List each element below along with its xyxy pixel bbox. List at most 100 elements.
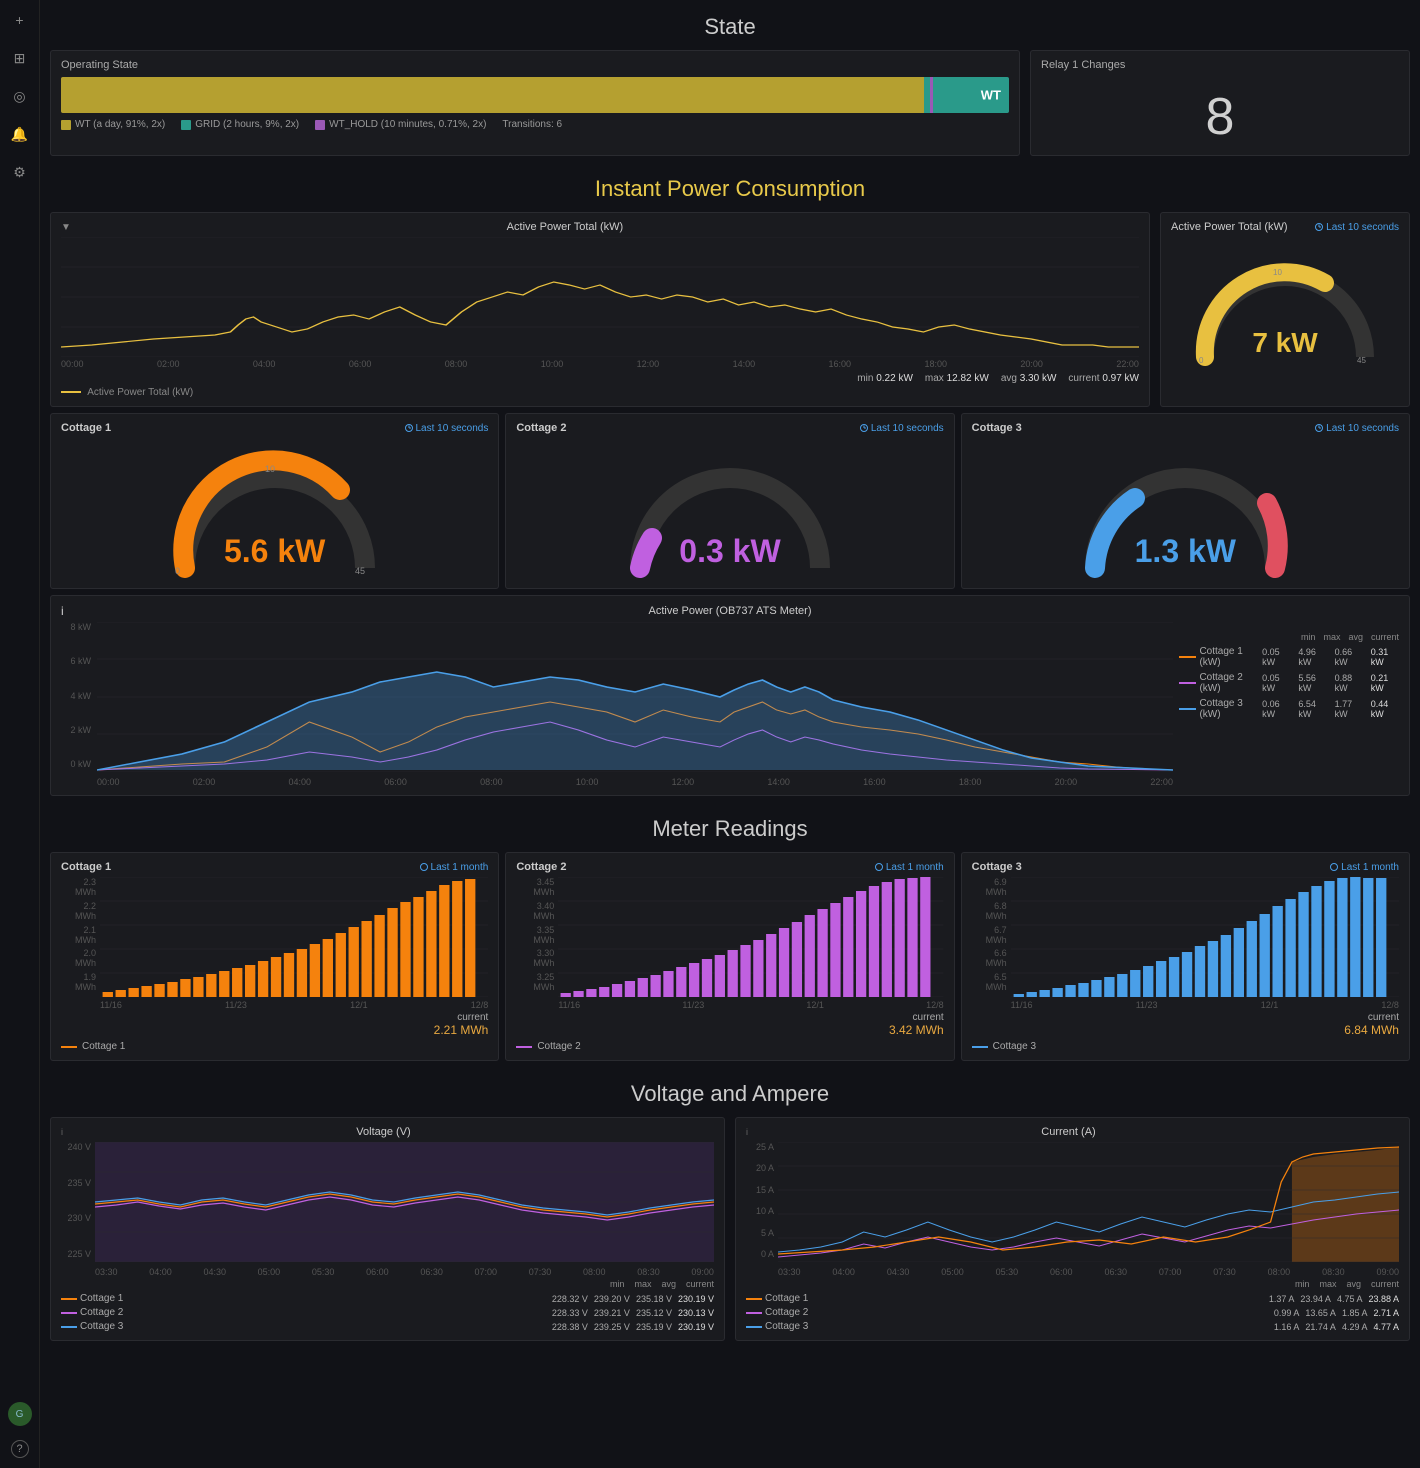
voltage-title: Voltage (V) <box>356 1126 410 1138</box>
current-panel: i Current (A) 25 A 20 A 15 A 10 A 5 A 0 … <box>735 1117 1410 1341</box>
os-legend-grid: GRID (2 hours, 9%, 2x) <box>181 119 299 130</box>
cottage2-title: Cottage 2 <box>516 422 566 434</box>
cottage1-title: Cottage 1 <box>61 422 111 434</box>
legend-cottage3: Cottage 3 (kW) 0.06 kW6.54 kW1.77 kW0.44… <box>1179 698 1399 720</box>
meter-cottage3: Cottage 3 Last 1 month 6.9 MWh 6.8 MWh 6… <box>961 852 1410 1061</box>
meter-c2-title: Cottage 2 <box>516 861 566 873</box>
max-val: 12.82 kW <box>947 373 989 384</box>
meter-c2-svg <box>558 877 943 997</box>
legend-cottage2: Cottage 2 (kW) 0.05 kW5.56 kW0.88 kW0.21… <box>1179 672 1399 694</box>
grid-icon[interactable]: ⊞ <box>10 48 30 68</box>
current-svg <box>778 1142 1399 1262</box>
meter-c3-legend: Cottage 3 <box>972 1041 1399 1052</box>
main-power-svg <box>61 237 1139 357</box>
relay-panel: Relay 1 Changes 8 <box>1030 50 1410 156</box>
meter-c1-title: Cottage 1 <box>61 861 111 873</box>
gauge-main-title: Active Power Total (kW) <box>1171 221 1288 233</box>
cottage3-title: Cottage 3 <box>972 422 1022 434</box>
os-wt-label: WT <box>981 88 1001 103</box>
cottage1-gauge-panel: Cottage 1 Last 10 seconds 0 10 45 5.6 kW <box>50 413 499 589</box>
cottage2-last: Last 10 seconds <box>860 423 944 434</box>
cottage1-gauge: 0 10 45 5.6 kW <box>61 438 488 580</box>
clock-icon <box>1315 223 1323 231</box>
active-power-chart: i Active Power (OB737 ATS Meter) 8 kW 6 … <box>50 595 1410 796</box>
active-power-chart-title: Active Power (OB737 ATS Meter) <box>648 605 811 617</box>
bell-icon[interactable]: 🔔 <box>10 124 30 144</box>
active-power-legend: minmaxavgcurrent Cottage 1 (kW) 0.05 kW4… <box>1179 622 1399 787</box>
va-row: i Voltage (V) 240 V 235 V 230 V 225 V <box>50 1117 1410 1341</box>
avg-val: 3.30 kW <box>1020 373 1057 384</box>
active-power-line-svg <box>97 622 1173 772</box>
instant-power-title: Instant Power Consumption <box>50 162 1410 212</box>
operating-state-label: Operating State <box>61 59 1009 71</box>
cottage2-value: 0.3 kW <box>679 533 780 570</box>
os-legend-wt-hold: WT_HOLD (10 minutes, 0.71%, 2x) <box>315 119 486 130</box>
svg-text:0: 0 <box>1199 356 1204 365</box>
meter-c1-svg <box>100 877 488 997</box>
gear-icon[interactable]: ⚙ <box>10 162 30 182</box>
meter-cottage1: Cottage 1 Last 1 month 2.3 MWh 2.2 MWh 2… <box>50 852 499 1061</box>
meter-cottage2: Cottage 2 Last 1 month 3.45 MWh 3.40 MWh… <box>505 852 954 1061</box>
voltage-legend: Cottage 1 228.32 V239.20 V235.18 V230.19… <box>61 1293 714 1332</box>
cottage3-gauge: 1.3 kW <box>972 438 1399 580</box>
main-chart-legend: Active Power Total (kW) <box>61 387 1139 398</box>
meter-c2-current: current 3.42 MWh <box>516 1012 943 1037</box>
cottage1-value: 5.6 kW <box>224 533 325 570</box>
meter-readings-title: Meter Readings <box>50 802 1410 852</box>
state-title: State <box>50 0 1410 50</box>
gauge-main-last: Last 10 seconds <box>1315 222 1399 233</box>
meter-c3-title: Cottage 3 <box>972 861 1022 873</box>
plus-icon[interactable]: + <box>10 10 30 30</box>
sidebar: + ⊞ ◎ 🔔 ⚙ G ? <box>0 0 40 1468</box>
current-title: Current (A) <box>1041 1126 1095 1138</box>
meter-c3-last: Last 1 month <box>1330 862 1399 873</box>
globe-icon[interactable]: ◎ <box>10 86 30 106</box>
active-power-row: i Active Power (OB737 ATS Meter) 8 kW 6 … <box>50 595 1410 796</box>
relay-label: Relay 1 Changes <box>1041 59 1125 71</box>
meter-c1-legend: Cottage 1 <box>61 1041 488 1052</box>
cottage3-value: 1.3 kW <box>1135 533 1236 570</box>
question-icon[interactable]: ? <box>11 1440 29 1458</box>
current-legend: Cottage 1 1.37 A23.94 A4.75 A23.88 A Cot… <box>746 1293 1399 1332</box>
os-bar-wt <box>61 77 924 113</box>
os-legend: WT (a day, 91%, 2x) GRID (2 hours, 9%, 2… <box>61 119 1009 130</box>
meter-c1-last: Last 1 month <box>420 862 489 873</box>
svg-text:0: 0 <box>175 566 180 576</box>
os-bar-wt-hold <box>930 77 933 113</box>
meter-c3-current: current 6.84 MWh <box>972 1012 1399 1037</box>
wt-hold-dot <box>315 120 325 130</box>
svg-text:45: 45 <box>1357 356 1366 365</box>
svg-text:45: 45 <box>355 566 365 576</box>
meter-three-row: Cottage 1 Last 1 month 2.3 MWh 2.2 MWh 2… <box>50 852 1410 1061</box>
user-avatar[interactable]: G <box>8 1402 32 1426</box>
grid-dot <box>181 120 191 130</box>
voltage-ampere-title: Voltage and Ampere <box>50 1067 1410 1117</box>
main-content: State Operating State WT WT (a day, 91%,… <box>40 0 1420 1468</box>
cottage1-last: Last 10 seconds <box>405 423 489 434</box>
os-legend-wt: WT (a day, 91%, 2x) <box>61 119 165 130</box>
voltage-svg <box>95 1142 714 1262</box>
cottage2-gauge: 0.3 kW <box>516 438 943 580</box>
main-power-row: ▼ Active Power Total (kW) 00:0002: <box>50 212 1410 407</box>
relay-value: 8 <box>1041 87 1399 147</box>
min-val: 0.22 kW <box>876 373 913 384</box>
meter-c1-current: current 2.21 MWh <box>61 1012 488 1037</box>
main-gauge-value: 7 kW <box>1252 327 1317 359</box>
active-power-total-chart: ▼ Active Power Total (kW) 00:0002: <box>50 212 1150 407</box>
cottage3-gauge-panel: Cottage 3 Last 10 seconds 1.3 kW <box>961 413 1410 589</box>
main-gauge-panel: Active Power Total (kW) Last 10 seconds … <box>1160 212 1410 407</box>
main-chart-title: Active Power Total (kW) <box>507 221 624 233</box>
operating-state-panel: Operating State WT WT (a day, 91%, 2x) G… <box>50 50 1020 156</box>
cottage2-gauge-panel: Cottage 2 Last 10 seconds 0.3 kW <box>505 413 954 589</box>
main-gauge-container: 0 10 45 7 kW <box>1171 237 1399 369</box>
wt-dot <box>61 120 71 130</box>
meter-c2-last: Last 1 month <box>875 862 944 873</box>
main-power-chart-area <box>61 237 1139 357</box>
meter-c3-svg <box>1011 877 1399 997</box>
os-transitions: Transitions: 6 <box>502 119 562 130</box>
meter-c2-legend: Cottage 2 <box>516 1041 943 1052</box>
cottage3-last: Last 10 seconds <box>1315 423 1399 434</box>
three-gauges-row: Cottage 1 Last 10 seconds 0 10 45 5.6 kW <box>50 413 1410 589</box>
svg-text:10: 10 <box>265 464 275 474</box>
main-chart-stats: min 0.22 kW max 12.82 kW avg 3.30 kW cur… <box>61 373 1139 384</box>
